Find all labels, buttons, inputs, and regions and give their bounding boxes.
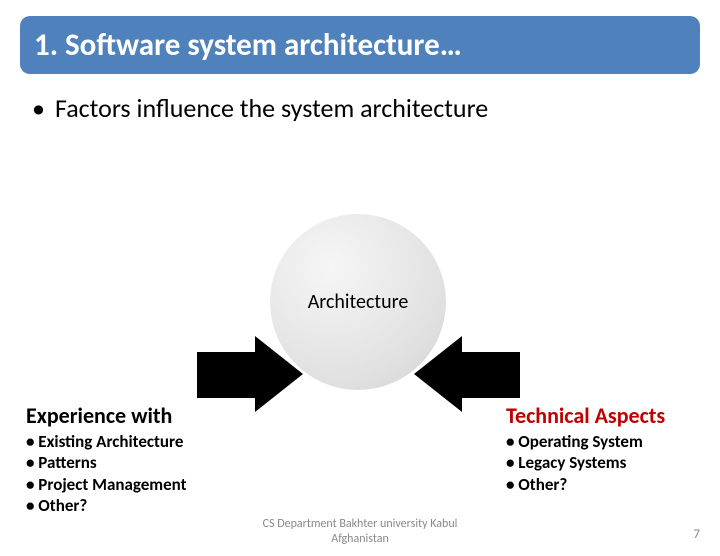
list-item: • Legacy Systems — [506, 452, 696, 473]
circle-label: Architecture — [308, 290, 409, 314]
footer-line2: Afghanistan — [331, 532, 389, 546]
list-item: • Operating System — [506, 431, 696, 452]
slide-title: 1. Software system architecture… — [20, 16, 700, 74]
list-item: • Project Management — [26, 474, 256, 495]
experience-heading: Experience with — [26, 402, 256, 429]
list-item: • Patterns — [26, 452, 256, 473]
technical-block: Technical Aspects • Operating System • L… — [506, 402, 696, 495]
main-bullet: • Factors influence the system architectu… — [26, 92, 694, 124]
experience-block: Experience with • Existing Architecture … — [26, 402, 256, 516]
list-item: • Existing Architecture — [26, 431, 256, 452]
footer-line1: CS Department Bakhter university Kabul — [263, 517, 458, 531]
technical-heading: Technical Aspects — [506, 402, 696, 429]
bullet-dot: • — [32, 92, 45, 124]
list-item: • Other? — [26, 495, 256, 516]
list-item: • Other? — [506, 474, 696, 495]
footer: CS Department Bakhter university Kabul A… — [0, 517, 720, 546]
technical-items: • Operating System • Legacy Systems • Ot… — [506, 431, 696, 495]
main-bullet-text: Factors influence the system architectur… — [55, 92, 488, 124]
experience-items: • Existing Architecture • Patterns • Pro… — [26, 431, 256, 516]
